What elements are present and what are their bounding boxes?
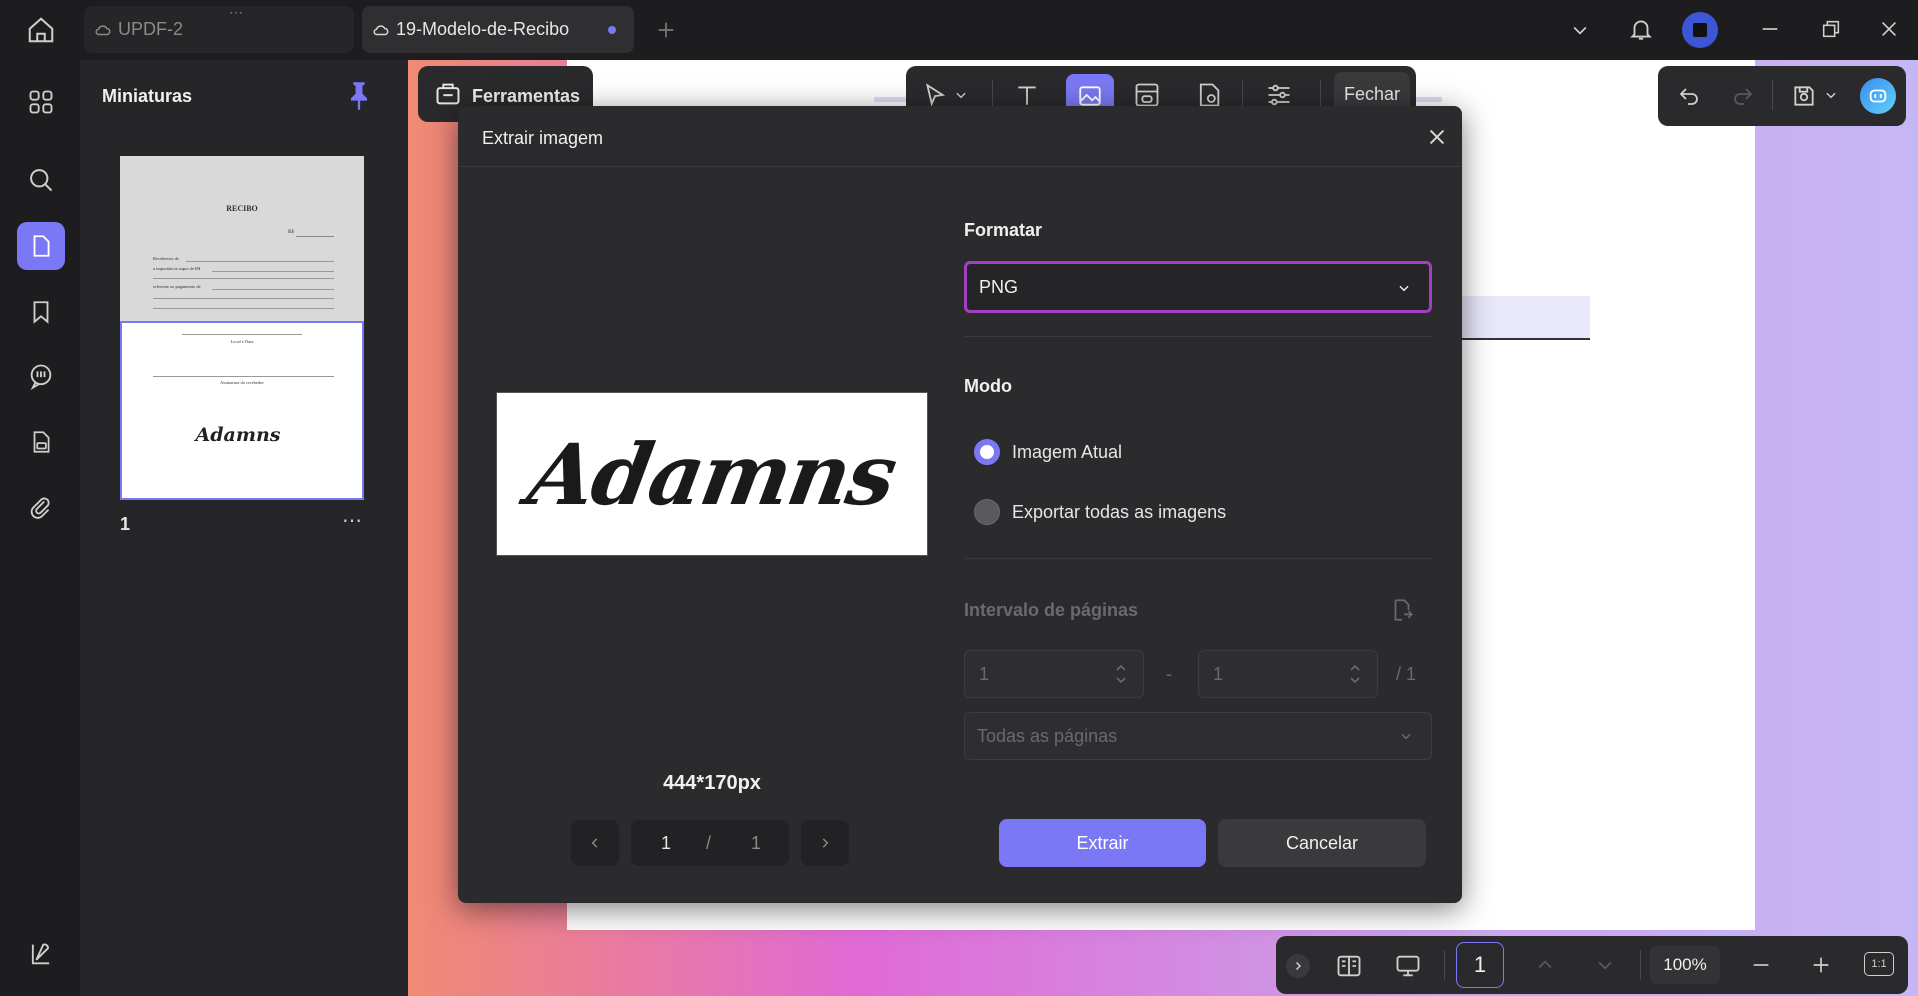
- avatar[interactable]: [1682, 12, 1718, 48]
- chevron-down-icon[interactable]: [952, 86, 970, 104]
- search-icon[interactable]: [17, 156, 65, 204]
- restore-icon[interactable]: [1816, 14, 1846, 44]
- range-total: / 1: [1396, 664, 1417, 684]
- chevron-down-icon[interactable]: [1822, 86, 1840, 104]
- cloud-icon: [372, 21, 390, 39]
- format-value: PNG: [979, 276, 1019, 297]
- thumb-heading: RECIBO: [226, 204, 258, 213]
- range-from-value: 1: [979, 663, 990, 684]
- chevron-up-icon[interactable]: [1530, 950, 1560, 980]
- toolbox-icon: [434, 80, 462, 108]
- page-layout-icon[interactable]: [1332, 950, 1366, 982]
- radio-current-image-label[interactable]: Imagem Atual: [1012, 442, 1122, 463]
- format-select[interactable]: PNG: [964, 261, 1432, 313]
- minimize-icon[interactable]: [1756, 14, 1784, 44]
- prev-image-button[interactable]: [571, 820, 619, 866]
- radio-export-all-label[interactable]: Exportar todas as imagens: [1012, 502, 1226, 523]
- chevron-down-icon[interactable]: [1566, 16, 1594, 44]
- stepper-arrows-icon[interactable]: [1115, 661, 1127, 687]
- attachment-icon[interactable]: [17, 484, 65, 532]
- unsaved-dot-icon: [608, 26, 616, 34]
- zoom-out-icon[interactable]: [1746, 950, 1776, 980]
- home-icon[interactable]: [20, 10, 62, 50]
- thumb-signature: Adamns: [195, 424, 281, 446]
- tab-label: 19-Modelo-de-Recibo: [396, 19, 570, 39]
- radio-export-all[interactable]: [974, 499, 1000, 525]
- thumb-line1: Recebemos de: [153, 256, 180, 261]
- pager-separator: /: [706, 833, 712, 853]
- tab-19-modelo-de-recibo[interactable]: 19-Modelo-de-Recibo: [362, 6, 634, 53]
- bottom-navigation-bar: 1 100% 1:1: [1276, 936, 1908, 994]
- cloud-icon: [94, 21, 112, 39]
- drag-handle-icon[interactable]: ⋯: [229, 4, 245, 21]
- undo-icon[interactable]: [1674, 80, 1704, 110]
- page-number-input[interactable]: 1: [1456, 942, 1504, 988]
- range-to-value: 1: [1213, 663, 1224, 684]
- preview-size: 444*170px: [663, 772, 761, 794]
- pager-total: 1: [751, 833, 762, 853]
- chevron-down-icon[interactable]: [1590, 950, 1620, 980]
- mode-label: Modo: [964, 376, 1012, 396]
- thumb-line3: referente ao pagamento de: [153, 284, 201, 289]
- thumbnails-page-icon[interactable]: [17, 222, 65, 270]
- chevron-down-icon: [1397, 281, 1411, 295]
- page-thumbnail[interactable]: RECIBO R$ Recebemos de a importância sup…: [120, 156, 364, 500]
- form-document-icon[interactable]: [17, 418, 65, 466]
- extract-button[interactable]: Extrair: [999, 819, 1206, 867]
- title-bar: UPDF-2 ⋯ 19-Modelo-de-Recibo: [0, 0, 1918, 60]
- pager-current[interactable]: 1: [661, 833, 671, 854]
- range-dash: -: [1166, 664, 1172, 684]
- thumb-signature-caption: Assinatura do recebedor: [220, 380, 264, 385]
- image-preview: Adamns: [496, 392, 928, 556]
- thumb-local-date: Local e Data: [230, 339, 254, 344]
- range-from-stepper[interactable]: 1: [964, 650, 1144, 698]
- bookmark-icon[interactable]: [17, 288, 65, 336]
- apps-grid-icon[interactable]: [17, 78, 65, 126]
- thumb-page-number: 1: [120, 514, 131, 534]
- bell-icon[interactable]: [1626, 12, 1656, 46]
- actual-size-button[interactable]: 1:1: [1864, 952, 1894, 976]
- actions-toolbar: [1658, 66, 1906, 126]
- format-label: Formatar: [964, 220, 1043, 240]
- thumbnails-panel: Miniaturas RECIBO R$ Recebemos de a impo…: [80, 60, 408, 996]
- zoom-in-icon[interactable]: [1806, 950, 1836, 980]
- thumb-amount: R$: [288, 230, 294, 235]
- page-range-label: Intervalo de páginas: [964, 600, 1139, 620]
- radio-current-image[interactable]: [974, 439, 1000, 465]
- range-to-stepper[interactable]: 1: [1198, 650, 1378, 698]
- pages-select-value: Todas as páginas: [977, 725, 1118, 746]
- save-icon[interactable]: [1788, 80, 1820, 112]
- left-rail: [0, 60, 80, 996]
- tab-label: UPDF-2: [118, 19, 184, 39]
- page-range-icon[interactable]: [1386, 594, 1418, 626]
- chevron-down-icon: [1399, 729, 1413, 743]
- image-pager: 1 / 1: [631, 820, 789, 866]
- zoom-level[interactable]: 100%: [1650, 946, 1720, 984]
- comment-icon[interactable]: [17, 352, 65, 400]
- preview-signature: Adamns: [521, 424, 903, 524]
- page-text-field: [1460, 296, 1590, 340]
- ai-assistant-icon[interactable]: [1860, 78, 1896, 114]
- dialog-title: Extrair imagem: [482, 128, 604, 148]
- pages-select[interactable]: Todas as páginas: [964, 712, 1432, 760]
- layers-icon[interactable]: [17, 930, 65, 978]
- more-options-icon[interactable]: ⋯: [342, 508, 363, 533]
- next-image-button[interactable]: [801, 820, 849, 866]
- new-tab-plus-icon[interactable]: [652, 14, 680, 46]
- panel-title: Miniaturas: [102, 86, 193, 106]
- redo-icon[interactable]: [1728, 80, 1758, 110]
- cancel-button[interactable]: Cancelar: [1218, 819, 1426, 867]
- close-icon[interactable]: [1422, 122, 1452, 152]
- tools-label: Ferramentas: [472, 86, 581, 106]
- chevron-right-icon[interactable]: [1286, 954, 1310, 978]
- stepper-arrows-icon[interactable]: [1349, 661, 1361, 687]
- presentation-icon[interactable]: [1390, 950, 1426, 982]
- extract-image-dialog: Extrair imagem Adamns 444*170px 1 / 1 Fo…: [458, 106, 1462, 903]
- pin-icon[interactable]: [345, 80, 373, 112]
- thumb-line2: a importância supra de R$: [153, 266, 201, 271]
- tab-updf-2[interactable]: UPDF-2 ⋯: [84, 4, 354, 53]
- close-window-icon[interactable]: [1874, 14, 1904, 44]
- thumb-selected-region: [120, 321, 364, 500]
